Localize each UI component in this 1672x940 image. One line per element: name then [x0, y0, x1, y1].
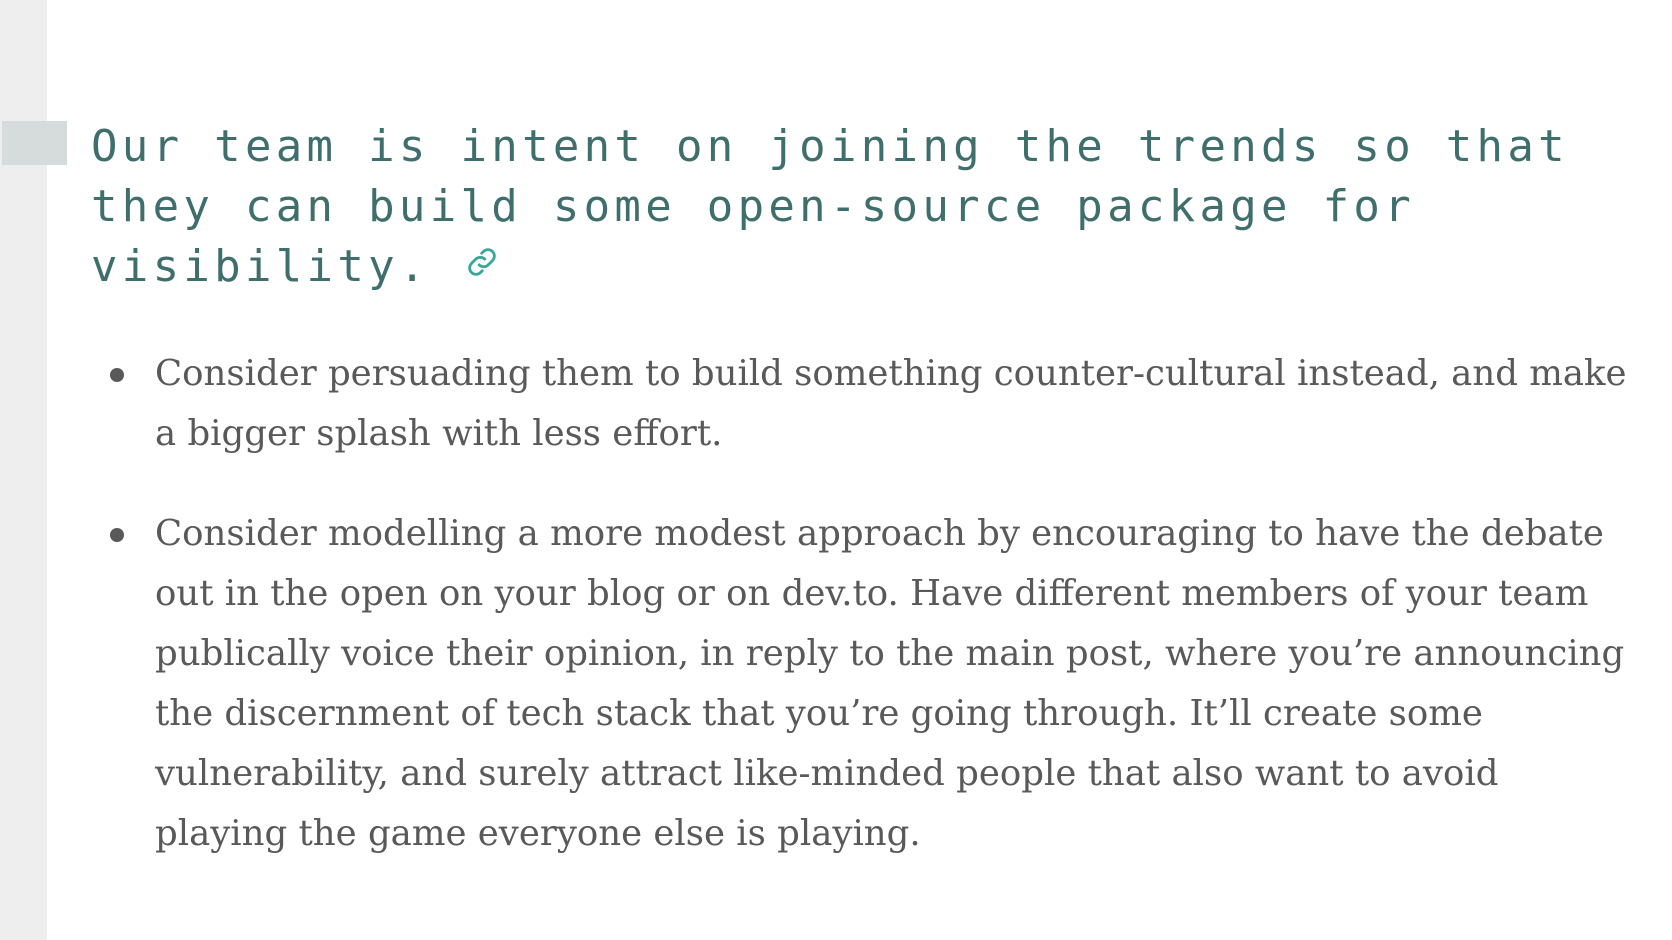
- section-heading-text: Our team is intent on joining the trends…: [91, 121, 1569, 292]
- list-item: Consider modelling a more modest approac…: [110, 504, 1635, 864]
- section-heading: Our team is intent on joining the trends…: [91, 117, 1611, 297]
- heading-anchor-link[interactable]: [465, 245, 499, 279]
- suggestion-list: Consider persuading them to build someth…: [110, 344, 1635, 904]
- bullet-icon: [110, 368, 124, 382]
- list-item-text: Consider modelling a more modest approac…: [155, 513, 1625, 854]
- list-item: Consider persuading them to build someth…: [110, 344, 1635, 464]
- heading-marker: [2, 121, 67, 165]
- list-item-text: Consider persuading them to build someth…: [155, 353, 1627, 454]
- bullet-icon: [110, 528, 124, 542]
- article-page: Our team is intent on joining the trends…: [0, 0, 1672, 940]
- link-icon: [467, 248, 496, 276]
